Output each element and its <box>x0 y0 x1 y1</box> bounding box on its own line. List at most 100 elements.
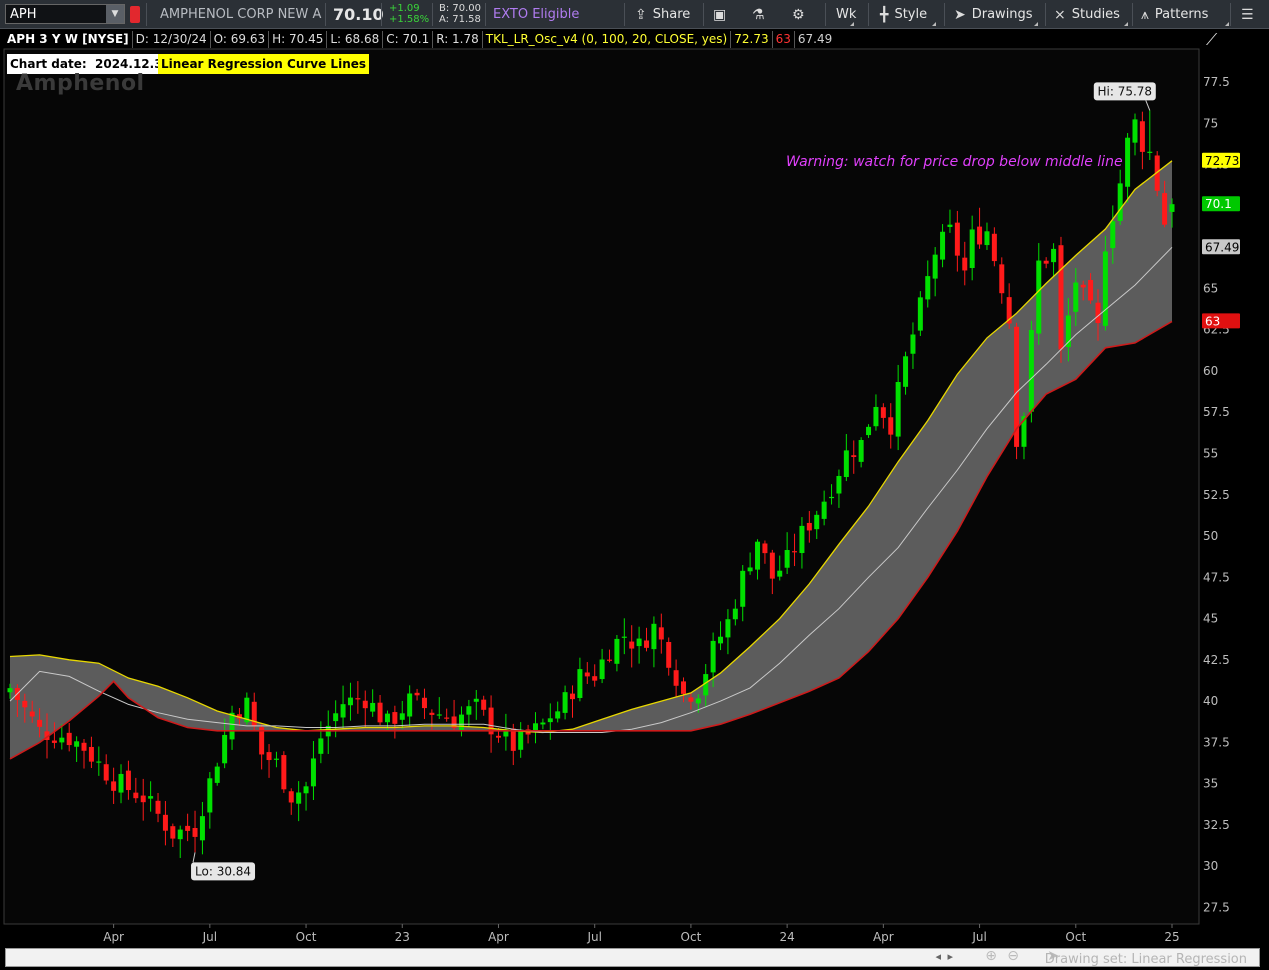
symbol-flag-icon <box>130 6 140 23</box>
y-tick-label: 35 <box>1203 777 1218 791</box>
candle-body <box>518 730 524 750</box>
menu-icon: ☰ <box>1241 6 1254 23</box>
candle-body <box>399 713 405 720</box>
candle-body <box>229 712 235 740</box>
candle-body <box>392 712 398 724</box>
x-tick-label: Oct <box>681 930 702 944</box>
candle-body <box>629 641 635 649</box>
candle-body <box>148 796 154 799</box>
candle-body <box>762 543 768 554</box>
scroll-right-icon[interactable]: ▸ <box>947 950 953 963</box>
last-price: 70.10 <box>333 5 384 24</box>
candle-body <box>755 541 761 570</box>
x-tick-label: 25 <box>1164 930 1179 944</box>
camera-button[interactable]: ▣ <box>713 0 732 29</box>
company-name: AMPHENOL CORP NEW A <box>160 7 322 22</box>
candle-body <box>1132 119 1138 143</box>
candle-body <box>895 382 901 437</box>
candle-body <box>81 742 87 751</box>
plot-area <box>3 48 1200 925</box>
share-button[interactable]: ⇪ Share <box>635 0 690 29</box>
symbol-selector[interactable]: ▼ <box>5 4 125 24</box>
candle-body <box>1095 302 1101 324</box>
candle-body <box>199 816 205 841</box>
candle-body <box>984 231 990 246</box>
candle-body <box>784 550 790 568</box>
candle-body <box>940 231 946 260</box>
axis-settings-icon[interactable]: ⟋ <box>1206 30 1218 49</box>
drawing-set-label[interactable]: Drawing set: Linear Regression <box>1045 952 1247 967</box>
candles-icon: ╋ <box>880 6 889 23</box>
candle-body <box>347 697 353 706</box>
x-tick-label: 23 <box>395 930 410 944</box>
candle-body <box>577 669 583 698</box>
share-icon: ⇪ <box>635 6 647 23</box>
symbol-input[interactable] <box>10 5 106 23</box>
candle-body <box>769 552 775 579</box>
patterns-button[interactable]: ⩚ Patterns <box>1141 0 1231 29</box>
y-tick-label: 42.5 <box>1203 653 1230 667</box>
candle-body <box>436 714 442 716</box>
studies-icon: ⨯ <box>1054 6 1066 23</box>
warning-annotation[interactable]: Warning: watch for price drop below midd… <box>786 154 1123 170</box>
period-button[interactable]: Wk <box>836 0 856 29</box>
candle-body <box>607 659 613 661</box>
candle-body <box>991 233 997 262</box>
candle-body <box>125 770 131 791</box>
candle-body <box>377 702 383 723</box>
candle-body <box>29 711 35 717</box>
candle-body <box>310 758 316 787</box>
candle-body <box>666 642 672 668</box>
study-name-badge: Linear Regression Curve Lines <box>158 54 370 74</box>
y-tick-label: 65 <box>1203 281 1218 295</box>
candle-body <box>177 829 183 840</box>
candle-body <box>562 692 568 713</box>
candle-body <box>185 825 191 831</box>
y-tick-label: 75 <box>1203 116 1218 130</box>
low-callout-label: Lo: 30.84 <box>195 864 251 878</box>
style-button[interactable]: ╋ Style <box>880 0 938 29</box>
candle-body <box>658 627 664 640</box>
x-tick-label: Apr <box>488 930 509 944</box>
crosshair-icon[interactable]: ⊕ <box>985 948 997 964</box>
bottom-bar: ◂ ▸ ⊕ ⊖ ➤ Drawing set: Linear Regression <box>0 946 1269 970</box>
candle-body <box>614 638 620 664</box>
candle-body <box>925 276 931 300</box>
candle-body <box>170 826 176 839</box>
x-tick-label: Apr <box>103 930 124 944</box>
y-tick-label: 50 <box>1203 529 1218 543</box>
candle-body <box>917 297 923 331</box>
flask-button[interactable]: ⚗ <box>752 0 771 29</box>
x-tick-label: Jul <box>202 930 217 944</box>
candle-body <box>51 740 57 743</box>
zoom-icon[interactable]: ⊖ <box>1007 948 1019 964</box>
y-tick-label: 60 <box>1203 364 1218 378</box>
drawings-button[interactable]: ➤ Drawings <box>954 0 1040 29</box>
candle-body <box>133 792 139 799</box>
settings-button[interactable]: ⚙ <box>792 0 811 29</box>
scroll-left-icon[interactable]: ◂ <box>935 950 941 963</box>
candle-body <box>732 608 738 620</box>
candle-body <box>1102 251 1108 326</box>
candle-body <box>458 714 464 731</box>
candle-body <box>1051 248 1057 263</box>
candle-body <box>851 455 857 457</box>
candle-body <box>118 773 124 793</box>
candle-body <box>192 828 198 837</box>
x-tick-label: Jul <box>971 930 986 944</box>
patterns-icon: ⩚ <box>1141 6 1149 23</box>
candle-body <box>673 670 679 686</box>
candle-body <box>644 640 650 648</box>
ask-price: A: 71.58 <box>439 14 481 25</box>
studies-button[interactable]: ⨯ Studies <box>1054 0 1130 29</box>
candle-body <box>1147 151 1153 153</box>
candle-body <box>903 356 909 387</box>
chevron-down-icon[interactable]: ▼ <box>106 5 124 23</box>
menu-button[interactable]: ☰ <box>1241 0 1260 29</box>
candle-body <box>710 640 716 673</box>
chart-scrollbar[interactable]: ◂ ▸ ⊕ ⊖ ➤ Drawing set: Linear Regression <box>5 948 1260 967</box>
candle-body <box>288 791 294 803</box>
flask-icon: ⚗ <box>752 6 765 23</box>
candle-body <box>103 764 109 781</box>
candle-body <box>22 700 28 708</box>
